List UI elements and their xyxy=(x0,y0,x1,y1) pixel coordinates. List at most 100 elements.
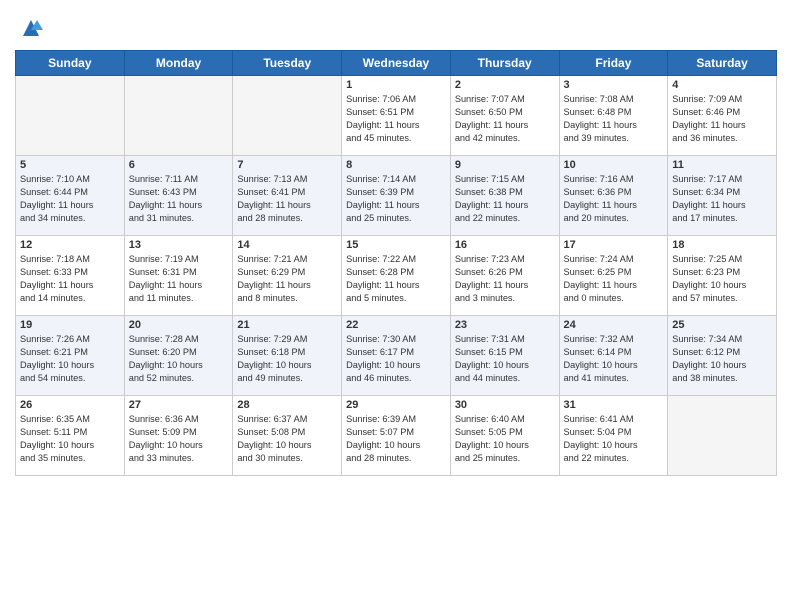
day-info: Sunrise: 7:10 AM Sunset: 6:44 PM Dayligh… xyxy=(20,173,120,225)
calendar-day-cell: 26 Sunrise: 6:35 AM Sunset: 5:11 PM Dayli… xyxy=(16,396,125,476)
calendar-day-cell: 20 Sunrise: 7:28 AM Sunset: 6:20 PM Dayli… xyxy=(124,316,233,396)
weekday-header: Saturday xyxy=(668,51,777,76)
calendar-day-cell xyxy=(124,76,233,156)
calendar-day-cell xyxy=(16,76,125,156)
calendar-week-row: 1 Sunrise: 7:06 AM Sunset: 6:51 PM Daylig… xyxy=(16,76,777,156)
page: SundayMondayTuesdayWednesdayThursdayFrid… xyxy=(0,0,792,612)
calendar-day-cell: 31Sunrise: 6:41 AM Sunset: 5:04 PM Dayli… xyxy=(559,396,668,476)
day-number: 17 xyxy=(564,239,664,251)
calendar-day-cell: 5 Sunrise: 7:10 AM Sunset: 6:44 PM Daylig… xyxy=(16,156,125,236)
calendar-day-cell xyxy=(668,396,777,476)
day-number: 6 xyxy=(129,159,229,171)
day-info: Sunrise: 6:39 AM Sunset: 5:07 PM Dayligh… xyxy=(346,413,446,465)
calendar-day-cell: 9 Sunrise: 7:15 AM Sunset: 6:38 PM Daylig… xyxy=(450,156,559,236)
day-number: 18 xyxy=(672,239,772,251)
day-info: Sunrise: 7:16 AM Sunset: 6:36 PM Dayligh… xyxy=(564,173,664,225)
calendar-week-row: 26 Sunrise: 6:35 AM Sunset: 5:11 PM Dayli… xyxy=(16,396,777,476)
day-info: Sunrise: 7:30 AM Sunset: 6:17 PM Dayligh… xyxy=(346,333,446,385)
day-number: 12 xyxy=(20,239,120,251)
day-info: Sunrise: 7:29 AM Sunset: 6:18 PM Dayligh… xyxy=(237,333,337,385)
day-number: 16 xyxy=(455,239,555,251)
calendar-table: SundayMondayTuesdayWednesdayThursdayFrid… xyxy=(15,50,777,476)
logo xyxy=(15,14,45,42)
day-number: 4 xyxy=(672,79,772,91)
calendar-day-cell: 19Sunrise: 7:26 AM Sunset: 6:21 PM Dayli… xyxy=(16,316,125,396)
day-info: Sunrise: 7:09 AM Sunset: 6:46 PM Dayligh… xyxy=(672,93,772,145)
weekday-header: Wednesday xyxy=(342,51,451,76)
day-number: 11 xyxy=(672,159,772,171)
calendar-day-cell: 6 Sunrise: 7:11 AM Sunset: 6:43 PM Daylig… xyxy=(124,156,233,236)
day-number: 7 xyxy=(237,159,337,171)
day-number: 2 xyxy=(455,79,555,91)
calendar-week-row: 12Sunrise: 7:18 AM Sunset: 6:33 PM Dayli… xyxy=(16,236,777,316)
calendar-week-row: 5 Sunrise: 7:10 AM Sunset: 6:44 PM Daylig… xyxy=(16,156,777,236)
day-info: Sunrise: 7:21 AM Sunset: 6:29 PM Dayligh… xyxy=(237,253,337,305)
calendar-day-cell: 4 Sunrise: 7:09 AM Sunset: 6:46 PM Daylig… xyxy=(668,76,777,156)
calendar-day-cell: 3Sunrise: 7:08 AM Sunset: 6:48 PM Daylig… xyxy=(559,76,668,156)
day-info: Sunrise: 7:08 AM Sunset: 6:48 PM Dayligh… xyxy=(564,93,664,145)
calendar-header-row: SundayMondayTuesdayWednesdayThursdayFrid… xyxy=(16,51,777,76)
calendar-day-cell: 7 Sunrise: 7:13 AM Sunset: 6:41 PM Daylig… xyxy=(233,156,342,236)
day-info: Sunrise: 6:35 AM Sunset: 5:11 PM Dayligh… xyxy=(20,413,120,465)
calendar-day-cell: 11 Sunrise: 7:17 AM Sunset: 6:34 PM Dayli… xyxy=(668,156,777,236)
day-number: 14 xyxy=(237,239,337,251)
logo-icon xyxy=(17,14,45,42)
calendar-day-cell: 1 Sunrise: 7:06 AM Sunset: 6:51 PM Daylig… xyxy=(342,76,451,156)
day-number: 22 xyxy=(346,319,446,331)
day-info: Sunrise: 7:14 AM Sunset: 6:39 PM Dayligh… xyxy=(346,173,446,225)
calendar-week-row: 19Sunrise: 7:26 AM Sunset: 6:21 PM Dayli… xyxy=(16,316,777,396)
weekday-header: Sunday xyxy=(16,51,125,76)
day-info: Sunrise: 7:07 AM Sunset: 6:50 PM Dayligh… xyxy=(455,93,555,145)
day-number: 5 xyxy=(20,159,120,171)
day-number: 20 xyxy=(129,319,229,331)
day-info: Sunrise: 7:19 AM Sunset: 6:31 PM Dayligh… xyxy=(129,253,229,305)
day-info: Sunrise: 7:25 AM Sunset: 6:23 PM Dayligh… xyxy=(672,253,772,305)
calendar-day-cell: 15 Sunrise: 7:22 AM Sunset: 6:28 PM Dayli… xyxy=(342,236,451,316)
day-info: Sunrise: 7:34 AM Sunset: 6:12 PM Dayligh… xyxy=(672,333,772,385)
day-number: 21 xyxy=(237,319,337,331)
day-info: Sunrise: 7:06 AM Sunset: 6:51 PM Dayligh… xyxy=(346,93,446,145)
day-info: Sunrise: 7:24 AM Sunset: 6:25 PM Dayligh… xyxy=(564,253,664,305)
day-info: Sunrise: 7:23 AM Sunset: 6:26 PM Dayligh… xyxy=(455,253,555,305)
calendar-day-cell: 18 Sunrise: 7:25 AM Sunset: 6:23 PM Dayli… xyxy=(668,236,777,316)
day-info: Sunrise: 6:40 AM Sunset: 5:05 PM Dayligh… xyxy=(455,413,555,465)
day-number: 23 xyxy=(455,319,555,331)
day-number: 26 xyxy=(20,399,120,411)
calendar-day-cell: 14 Sunrise: 7:21 AM Sunset: 6:29 PM Dayli… xyxy=(233,236,342,316)
day-info: Sunrise: 6:37 AM Sunset: 5:08 PM Dayligh… xyxy=(237,413,337,465)
calendar-day-cell: 13 Sunrise: 7:19 AM Sunset: 6:31 PM Dayli… xyxy=(124,236,233,316)
weekday-header: Tuesday xyxy=(233,51,342,76)
day-info: Sunrise: 7:17 AM Sunset: 6:34 PM Dayligh… xyxy=(672,173,772,225)
day-number: 30 xyxy=(455,399,555,411)
header xyxy=(15,10,777,42)
calendar-day-cell: 2 Sunrise: 7:07 AM Sunset: 6:50 PM Daylig… xyxy=(450,76,559,156)
day-info: Sunrise: 7:11 AM Sunset: 6:43 PM Dayligh… xyxy=(129,173,229,225)
day-number: 31 xyxy=(564,399,664,411)
calendar-day-cell: 30 Sunrise: 6:40 AM Sunset: 5:05 PM Dayli… xyxy=(450,396,559,476)
calendar-day-cell: 23 Sunrise: 7:31 AM Sunset: 6:15 PM Dayli… xyxy=(450,316,559,396)
day-number: 24 xyxy=(564,319,664,331)
day-info: Sunrise: 7:28 AM Sunset: 6:20 PM Dayligh… xyxy=(129,333,229,385)
day-number: 13 xyxy=(129,239,229,251)
day-number: 9 xyxy=(455,159,555,171)
day-info: Sunrise: 7:31 AM Sunset: 6:15 PM Dayligh… xyxy=(455,333,555,385)
day-number: 15 xyxy=(346,239,446,251)
calendar-day-cell: 8 Sunrise: 7:14 AM Sunset: 6:39 PM Daylig… xyxy=(342,156,451,236)
weekday-header: Friday xyxy=(559,51,668,76)
weekday-header: Monday xyxy=(124,51,233,76)
day-number: 8 xyxy=(346,159,446,171)
weekday-header: Thursday xyxy=(450,51,559,76)
day-number: 10 xyxy=(564,159,664,171)
day-info: Sunrise: 7:13 AM Sunset: 6:41 PM Dayligh… xyxy=(237,173,337,225)
calendar-day-cell xyxy=(233,76,342,156)
day-info: Sunrise: 6:36 AM Sunset: 5:09 PM Dayligh… xyxy=(129,413,229,465)
calendar-day-cell: 25 Sunrise: 7:34 AM Sunset: 6:12 PM Dayli… xyxy=(668,316,777,396)
calendar-day-cell: 22 Sunrise: 7:30 AM Sunset: 6:17 PM Dayli… xyxy=(342,316,451,396)
day-info: Sunrise: 7:15 AM Sunset: 6:38 PM Dayligh… xyxy=(455,173,555,225)
day-number: 27 xyxy=(129,399,229,411)
calendar-day-cell: 24Sunrise: 7:32 AM Sunset: 6:14 PM Dayli… xyxy=(559,316,668,396)
day-number: 25 xyxy=(672,319,772,331)
day-number: 1 xyxy=(346,79,446,91)
day-number: 28 xyxy=(237,399,337,411)
day-info: Sunrise: 7:22 AM Sunset: 6:28 PM Dayligh… xyxy=(346,253,446,305)
